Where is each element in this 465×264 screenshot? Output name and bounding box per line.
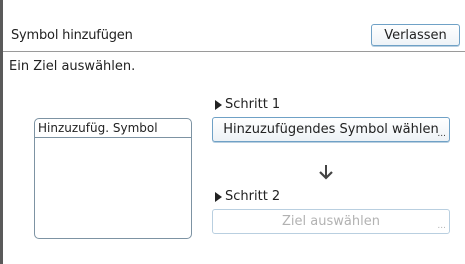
ellipsis-icon: ... — [437, 129, 446, 139]
arrow-down-icon — [319, 165, 333, 180]
header: Symbol hinzufügen Verlassen — [3, 0, 465, 52]
triangle-right-icon — [215, 99, 222, 110]
step-2-label: Schritt 2 — [215, 189, 280, 204]
header-divider — [3, 51, 465, 52]
step-1-text: Schritt 1 — [225, 97, 281, 112]
instruction-text: Ein Ziel auswählen. — [9, 59, 136, 74]
triangle-right-icon — [215, 191, 222, 202]
page-title: Symbol hinzufügen — [11, 28, 133, 43]
symbol-panel: Hinzuzufüg. Symbol — [34, 118, 192, 239]
ellipsis-icon: ... — [437, 221, 446, 231]
select-symbol-button-label: Hinzuzufügendes Symbol wählen — [223, 122, 439, 137]
step-2-text: Schritt 2 — [225, 189, 281, 204]
exit-button[interactable]: Verlassen — [371, 24, 460, 46]
screen: Symbol hinzufügen Verlassen Ein Ziel aus… — [0, 0, 465, 264]
select-destination-button[interactable]: Ziel auswählen ... — [212, 209, 450, 234]
select-symbol-button[interactable]: Hinzuzufügendes Symbol wählen ... — [212, 117, 450, 142]
select-destination-button-label: Ziel auswählen — [282, 214, 380, 229]
symbol-panel-title: Hinzuzufüg. Symbol — [35, 119, 191, 138]
step-1-label: Schritt 1 — [215, 97, 280, 112]
